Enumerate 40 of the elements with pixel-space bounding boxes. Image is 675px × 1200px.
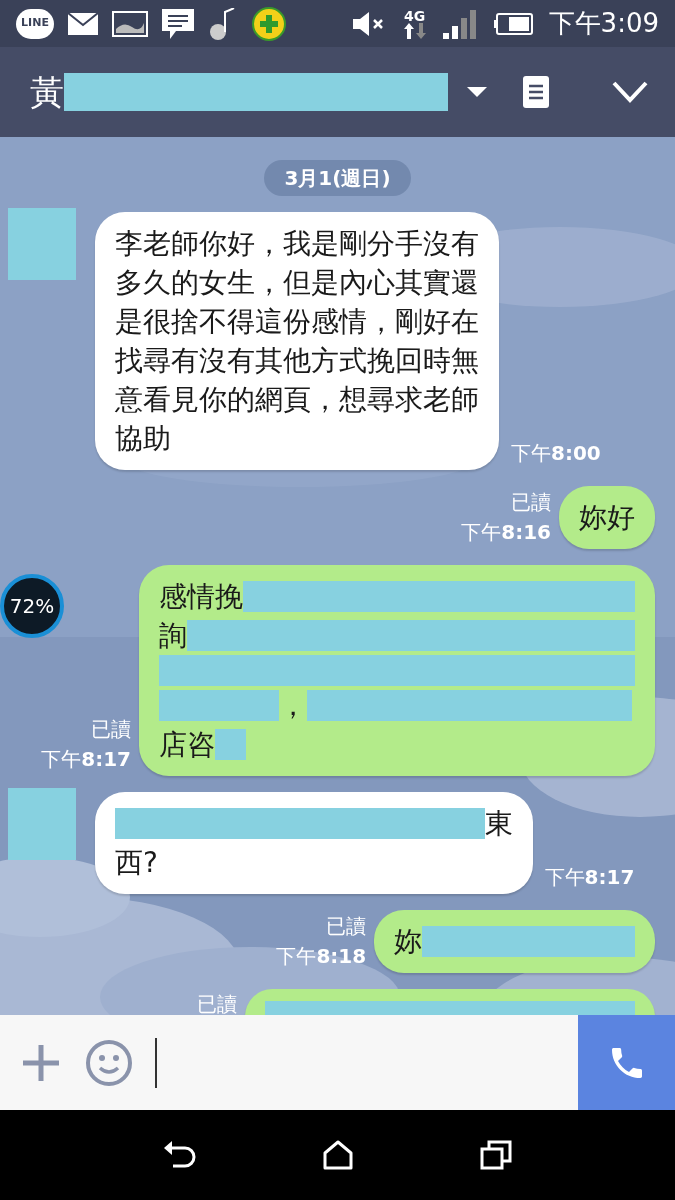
- notes-icon[interactable]: [523, 76, 549, 108]
- date-label: 3月1(週日): [264, 160, 411, 196]
- redaction-block: [215, 728, 246, 760]
- read-receipt: 已讀: [511, 489, 551, 516]
- home-icon[interactable]: [322, 1140, 355, 1170]
- message-icon: [162, 8, 194, 39]
- battery-icon: [492, 12, 533, 35]
- message-time: 下午8:16: [461, 519, 551, 546]
- message-text: 詢: [159, 618, 187, 654]
- recent-apps-icon[interactable]: [480, 1140, 513, 1170]
- plus-icon[interactable]: [21, 1042, 61, 1083]
- emoji-icon[interactable]: [85, 1038, 133, 1087]
- data-arrows-icon: [402, 22, 427, 39]
- message-time: 下午8:00: [511, 440, 601, 467]
- image-icon: [112, 10, 148, 37]
- message-time: 下午8:17: [544, 863, 635, 891]
- signal-icon: [442, 8, 477, 39]
- message-text: ，: [279, 687, 308, 724]
- message-time: 下午8:17: [41, 745, 131, 773]
- clock: 下午3:09: [548, 7, 659, 40]
- plus-circle-icon: [252, 6, 286, 41]
- read-receipt: 已讀: [197, 990, 238, 1015]
- read-receipt: 已讀: [91, 715, 131, 743]
- message-text: 妳好: [579, 501, 635, 534]
- read-receipt: 已讀: [326, 912, 367, 940]
- message-text: 東: [484, 805, 513, 842]
- back-icon[interactable]: [162, 1140, 197, 1170]
- chat-app-icon: LINE: [16, 8, 54, 39]
- message-text: 李老師你好，我是剛分手沒有 多久的女生，但是內心其實還 是很捨不得這份感情，剛好在 找尋有沒有其他方式挽回時無 意看見你的網頁，想尋求老師 協助: [115, 227, 479, 455]
- mail-icon: [68, 12, 98, 35]
- network-type: 4G: [404, 8, 426, 23]
- dropdown-caret-icon[interactable]: [467, 87, 487, 97]
- message-text: 西?: [115, 844, 158, 881]
- chat-title: 黃: [30, 70, 64, 114]
- message-time: 下午8:18: [276, 942, 367, 970]
- call-button[interactable]: [578, 1015, 675, 1110]
- chevron-down-icon[interactable]: [611, 80, 649, 104]
- message-text: 店咨: [159, 726, 215, 763]
- message-text: 感情挽: [159, 579, 243, 615]
- message-text: 妳: [394, 923, 423, 960]
